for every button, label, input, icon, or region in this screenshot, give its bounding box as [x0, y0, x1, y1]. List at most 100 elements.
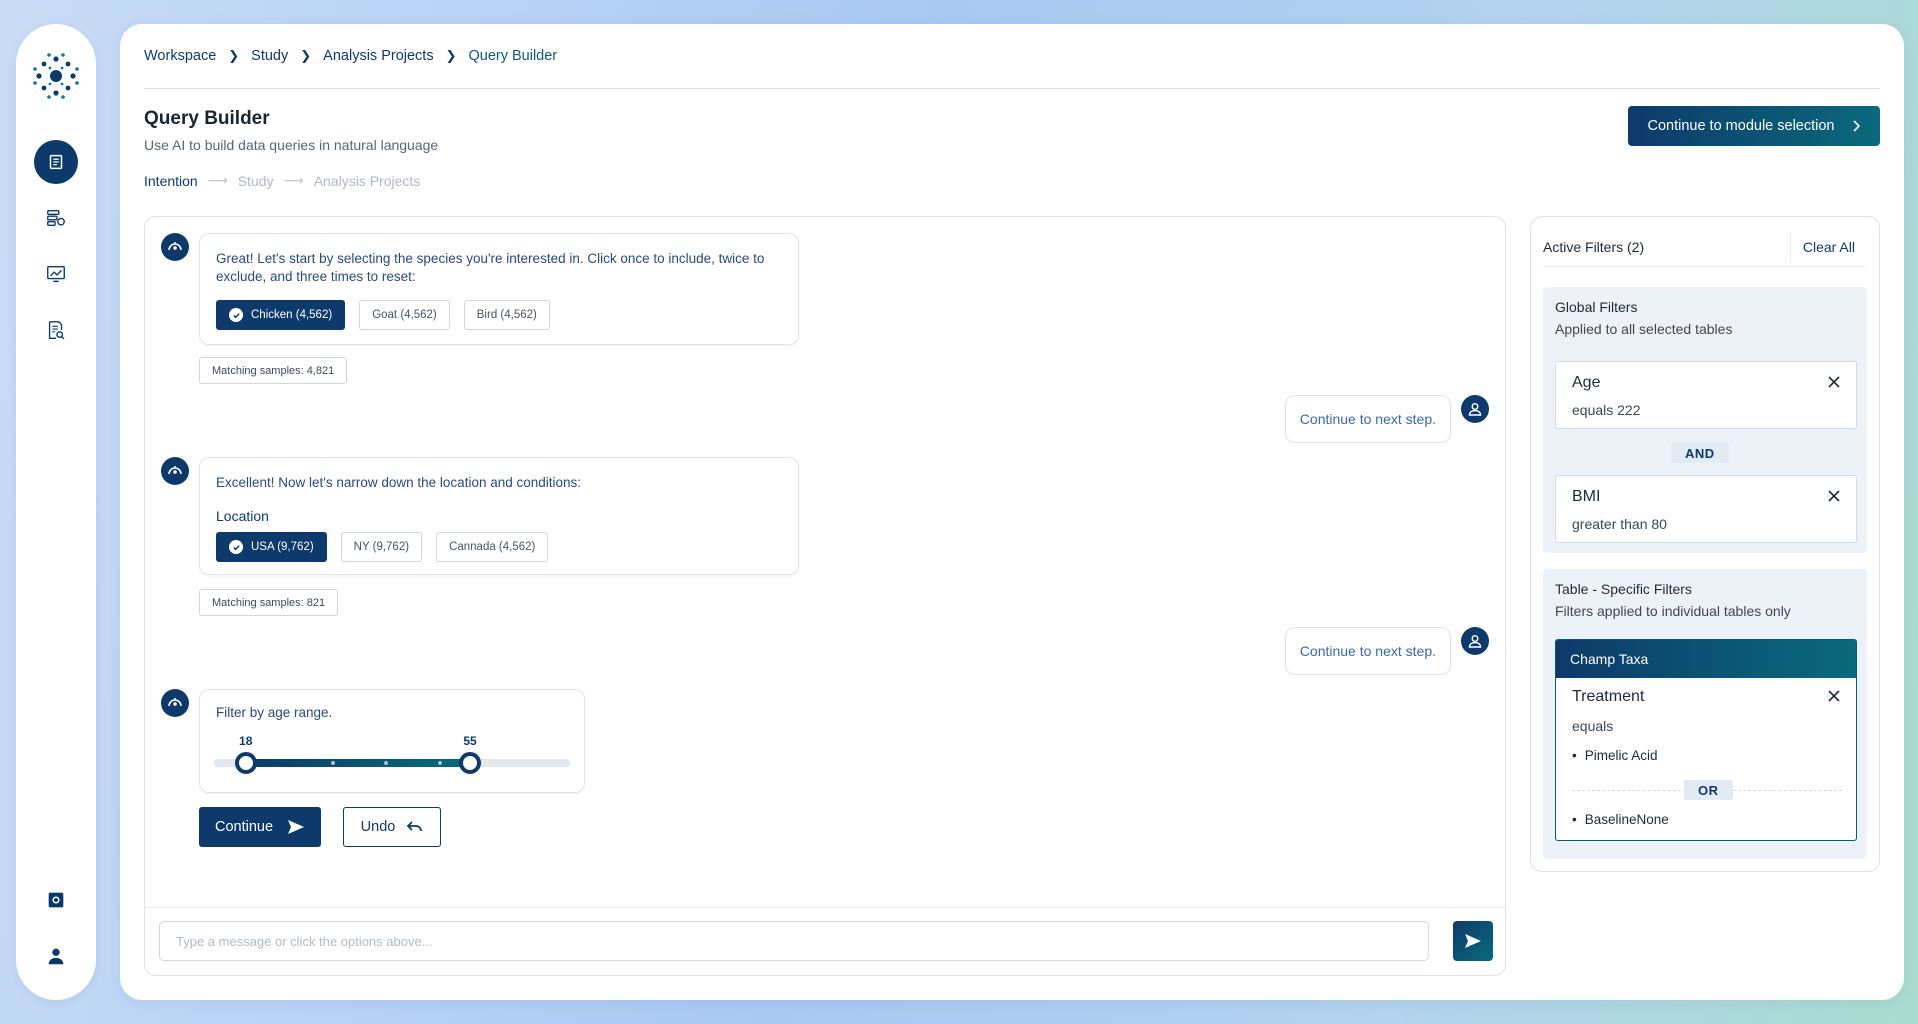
bot-avatar — [161, 457, 189, 485]
undo-button[interactable]: Undo — [343, 807, 441, 847]
user-avatar — [1461, 395, 1489, 423]
location-label: Location — [216, 508, 269, 524]
check-icon — [229, 540, 243, 554]
step-intention[interactable]: Intention — [144, 173, 198, 189]
send-icon — [1465, 934, 1481, 948]
section-subtitle: Filters applied to individual tables onl… — [1555, 603, 1791, 619]
user-message: Continue to next step. — [1284, 395, 1451, 443]
slider-min-thumb[interactable] — [235, 752, 258, 774]
user-icon — [1468, 635, 1482, 648]
message-text: Great! Let's start by selecting the spec… — [216, 251, 765, 284]
breadcrumb: Workspace ❯ Study ❯ Analysis Projects ❯ … — [144, 48, 557, 64]
filter-card-age: Age equals 222 — [1555, 361, 1857, 429]
continue-label: Continue — [214, 819, 274, 835]
section-title: Table - Specific Filters — [1555, 581, 1692, 597]
location-options: USA (9,762) NY (9,762) Cannada (4,562) — [216, 532, 549, 562]
table-filter-body: Treatment equals Pimelic Acid OR Baselin… — [1556, 678, 1856, 840]
age-range-slider[interactable]: 18 55 — [200, 734, 584, 774]
table-specific-filters-section: Table - Specific Filters Filters applied… — [1543, 569, 1867, 859]
breadcrumb-query-builder: Query Builder — [468, 48, 558, 64]
bot-icon — [168, 698, 182, 707]
chevron-right-icon — [1852, 120, 1860, 132]
sidebar — [16, 24, 96, 1000]
clear-all-button[interactable]: Clear All — [1789, 230, 1867, 263]
option-cannada[interactable]: Cannada (4,562) — [436, 532, 549, 562]
slider-min-value: 18 — [239, 734, 253, 748]
continue-button[interactable]: Continue — [199, 807, 321, 847]
or-operator: OR — [1684, 780, 1733, 800]
undo-icon — [407, 821, 423, 832]
close-icon[interactable] — [1826, 374, 1842, 390]
nav-dashboard[interactable] — [34, 140, 78, 184]
close-icon[interactable] — [1826, 688, 1842, 704]
chevron-right-icon: ❯ — [445, 48, 457, 63]
table-name: Champ Taxa — [1556, 640, 1856, 678]
divider — [145, 907, 1505, 908]
slider-tick — [330, 761, 335, 765]
option-label: Cannada (4,562) — [449, 541, 536, 553]
cta-label: Continue to module selection — [1647, 118, 1835, 134]
user-icon — [48, 948, 64, 965]
arrow-right-icon: ⟶ — [283, 172, 304, 188]
analytics-monitor-icon — [47, 265, 65, 283]
section-title: Global Filters — [1555, 299, 1638, 315]
option-chicken[interactable]: Chicken (4,562) — [216, 300, 346, 330]
filter-condition: greater than 80 — [1572, 516, 1667, 532]
global-filters-section: Global Filters Applied to all selected t… — [1543, 287, 1867, 553]
filters-header: Active Filters (2) Clear All — [1543, 227, 1867, 267]
option-ny[interactable]: NY (9,762) — [340, 532, 423, 562]
breadcrumb-workspace[interactable]: Workspace — [144, 48, 216, 64]
continue-to-module-selection-button[interactable]: Continue to module selection — [1628, 106, 1880, 146]
arrow-right-icon: ⟶ — [207, 172, 228, 188]
dashboard-icon — [49, 154, 63, 170]
step-analysis-projects: Analysis Projects — [313, 172, 421, 189]
chevron-right-icon: ❯ — [300, 48, 312, 63]
step-study: Study — [237, 172, 274, 189]
option-usa[interactable]: USA (9,762) — [216, 532, 327, 562]
logo-icon — [30, 50, 82, 102]
filter-name: Treatment — [1572, 688, 1645, 705]
slider-max-thumb[interactable] — [459, 752, 482, 774]
option-goat[interactable]: Goat (4,562) — [359, 300, 450, 330]
close-icon[interactable] — [1826, 488, 1842, 504]
page-title: Query Builder — [144, 108, 270, 129]
option-label: Bird (4,562) — [476, 309, 537, 321]
message-input[interactable] — [159, 921, 1429, 961]
nav-document-search[interactable] — [34, 308, 78, 352]
bot-message-location: Excellent! Now let's narrow down the loc… — [199, 457, 799, 575]
nav-settings[interactable] — [34, 878, 78, 922]
bot-avatar — [161, 689, 189, 717]
breadcrumb-study[interactable]: Study — [251, 48, 288, 64]
slider-range-fill — [246, 759, 471, 767]
send-icon — [288, 820, 305, 834]
filter-card-bmi: BMI greater than 80 — [1555, 475, 1857, 543]
matching-samples-badge: Matching samples: 4,821 — [199, 357, 348, 384]
nav-analytics[interactable] — [34, 252, 78, 296]
option-bird[interactable]: Bird (4,562) — [463, 300, 550, 330]
message-text: Filter by age range. — [216, 705, 333, 720]
database-settings-icon — [47, 209, 65, 227]
send-button[interactable] — [1453, 921, 1493, 961]
active-filters-panel: Active Filters (2) Clear All Global Filt… — [1530, 216, 1880, 872]
undo-label: Undo — [360, 819, 396, 835]
bot-message-species: Great! Let's start by selecting the spec… — [199, 233, 799, 345]
message-text: Excellent! Now let's narrow down the loc… — [216, 475, 582, 490]
filter-condition: equals — [1572, 718, 1614, 734]
user-avatar — [1461, 627, 1489, 655]
breadcrumb-analysis-projects[interactable]: Analysis Projects — [323, 48, 433, 64]
slider-max-value: 55 — [463, 734, 477, 748]
species-options: Chicken (4,562) Goat (4,562) Bird (4,562… — [216, 300, 550, 330]
bot-icon — [168, 242, 182, 251]
option-label: Goat (4,562) — [372, 309, 437, 321]
bot-message-age-range: Filter by age range. 18 55 — [199, 689, 585, 793]
bot-icon — [168, 466, 182, 475]
option-label: NY (9,762) — [353, 541, 410, 553]
nav-database[interactable] — [34, 196, 78, 240]
nav-profile[interactable] — [34, 934, 78, 978]
section-subtitle: Applied to all selected tables — [1555, 321, 1733, 337]
filter-name: BMI — [1572, 488, 1601, 505]
divider — [144, 88, 1880, 89]
filter-value: BaselineNone — [1572, 812, 1669, 827]
filter-name: Age — [1572, 374, 1601, 391]
document-search-icon — [48, 321, 65, 340]
